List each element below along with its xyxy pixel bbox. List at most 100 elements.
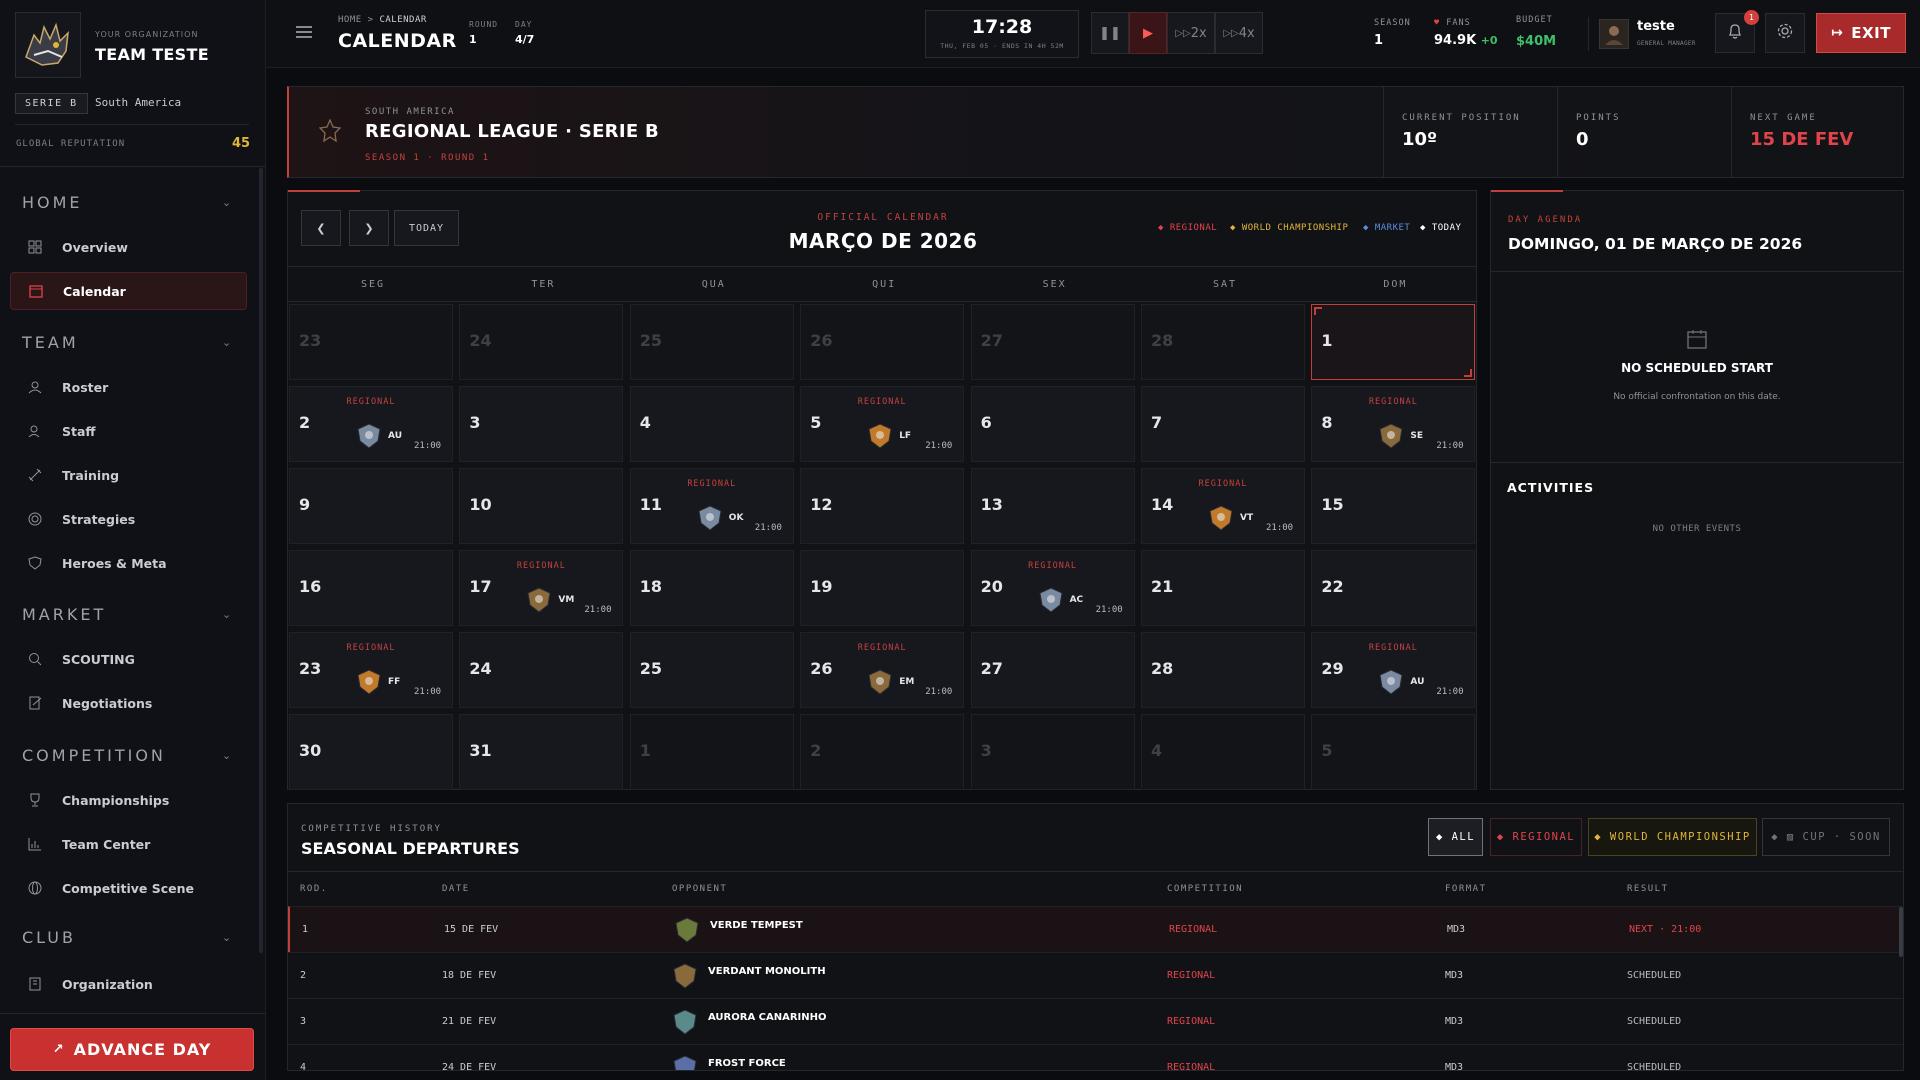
section-competition[interactable]: COMPETITION: [22, 746, 166, 765]
row-competition: REGIONAL: [1167, 1016, 1216, 1027]
user-profile[interactable]: teste GENERAL MANAGER: [1589, 10, 1696, 58]
page-title: CALENDAR: [338, 30, 457, 52]
calendar-day[interactable]: 27: [970, 304, 1135, 380]
calendar-day[interactable]: 15: [1311, 468, 1476, 544]
calendar-day-match[interactable]: 14 REGIONAL VT 21:00: [1141, 468, 1305, 544]
filter-all-button[interactable]: ◆ ALL: [1428, 818, 1483, 856]
calendar-day-match[interactable]: 2 REGIONAL AU 21:00: [289, 386, 453, 462]
table-row[interactable]: 2 18 DE FEV VERDANT MONOLITH REGIONAL MD3 SCH…: [288, 952, 1903, 998]
divider: [0, 166, 266, 167]
calendar-day[interactable]: 19: [800, 550, 965, 626]
calendar-day-match[interactable]: 8 REGIONAL SE 21:00: [1311, 386, 1476, 462]
calendar-day[interactable]: 13: [970, 468, 1135, 544]
calendar-day[interactable]: 27: [970, 632, 1135, 708]
sidebar-item-training[interactable]: Training: [10, 456, 247, 494]
calendar-day-match[interactable]: 5 REGIONAL LF 21:00: [800, 386, 965, 462]
calendar-day-match[interactable]: 11 REGIONAL OK 21:00: [629, 468, 794, 544]
sidebar-item-negotiations[interactable]: Negotiations: [10, 684, 247, 722]
calendar-day[interactable]: 26: [800, 304, 965, 380]
legend-label: MARKET: [1374, 223, 1411, 233]
calendar-day[interactable]: 3: [459, 386, 624, 462]
calendar-day[interactable]: 28: [1141, 304, 1305, 380]
section-market[interactable]: MARKET: [22, 605, 106, 624]
chevron-down-icon[interactable]: ⌄: [222, 336, 231, 349]
sidebar-item-scouting[interactable]: SCOUTING: [10, 640, 247, 678]
play-button[interactable]: ▶: [1129, 12, 1167, 54]
sidebar-item-organization[interactable]: Organization: [10, 965, 247, 1003]
sidebar-item-strategies[interactable]: Strategies: [10, 500, 247, 538]
calendar-day[interactable]: 10: [459, 468, 624, 544]
filter-world-championship-button[interactable]: ◆ WORLD CHAMPIONSHIP: [1588, 818, 1757, 856]
calendar-day-match[interactable]: 29 REGIONAL AU 21:00: [1311, 632, 1476, 708]
calendar-day-match[interactable]: 20 REGIONAL AC 21:00: [970, 550, 1135, 626]
table-row[interactable]: 4 24 DE FEV FROST FORCE REGIONAL MD3 SCHEDULE…: [288, 1044, 1903, 1070]
calendar-day[interactable]: 24: [459, 632, 624, 708]
calendar-day[interactable]: 4: [1141, 714, 1305, 790]
calendar-day-match[interactable]: 17 REGIONAL VM 21:00: [459, 550, 624, 626]
calendar-day[interactable]: 25: [629, 632, 794, 708]
calendar-day[interactable]: 6: [970, 386, 1135, 462]
calendar-day[interactable]: 30: [289, 714, 453, 790]
table-row[interactable]: 1 15 DE FEV VERDE TEMPEST REGIONAL MD3 NEXT ·…: [288, 906, 1903, 952]
calendar-day[interactable]: 5: [1311, 714, 1476, 790]
sidebar-item-roster[interactable]: Roster: [10, 368, 247, 406]
calendar-day[interactable]: 4: [629, 386, 794, 462]
calendar-day[interactable]: 28: [1141, 632, 1305, 708]
calendar-day[interactable]: 1: [1311, 304, 1476, 380]
speed-4x-button[interactable]: ▷▷ 4x: [1215, 12, 1263, 54]
calendar-day-match[interactable]: 26 REGIONAL EM 21:00: [800, 632, 965, 708]
calendar-day[interactable]: 9: [289, 468, 453, 544]
sidebar-item-championships[interactable]: Championships: [10, 781, 247, 819]
section-club[interactable]: CLUB: [22, 928, 76, 947]
chevron-down-icon[interactable]: ⌄: [222, 608, 231, 621]
sidebar-scrollbar[interactable]: [259, 168, 263, 953]
settings-button[interactable]: [1765, 13, 1805, 53]
filter-regional-button[interactable]: ◆ REGIONAL: [1490, 818, 1582, 856]
calendar-day-match[interactable]: 23 REGIONAL FF 21:00: [289, 632, 453, 708]
opponent-crest-icon: [1038, 587, 1064, 613]
pause-button[interactable]: ❚❚: [1091, 12, 1129, 54]
advance-day-button[interactable]: ↗ ADVANCE DAY: [10, 1028, 254, 1071]
calendar-day[interactable]: 22: [1311, 550, 1476, 626]
opponent-crest-icon: [672, 1055, 698, 1070]
org-name: TEAM TESTE: [95, 45, 209, 64]
sidebar-item-calendar[interactable]: Calendar: [10, 272, 247, 310]
sidebar-item-heroes[interactable]: Heroes & Meta: [10, 544, 247, 582]
target-icon: [24, 512, 46, 526]
chevron-down-icon[interactable]: ⌄: [222, 749, 231, 762]
sidebar-item-competitive-scene[interactable]: Competitive Scene: [10, 869, 247, 907]
calendar-day[interactable]: 16: [289, 550, 453, 626]
calendar-day[interactable]: 24: [459, 304, 624, 380]
sidebar-item-team-center[interactable]: Team Center: [10, 825, 247, 863]
notifications-button[interactable]: 1: [1715, 10, 1759, 53]
gear-icon: [1777, 23, 1793, 43]
league-region: SOUTH AMERICA: [365, 107, 455, 117]
calendar-day[interactable]: 23: [289, 304, 453, 380]
match-time: 21:00: [1266, 523, 1294, 533]
calendar-day[interactable]: 31: [459, 714, 624, 790]
opponent-crest-icon: [697, 505, 723, 531]
sidebar-item-overview[interactable]: Overview: [10, 228, 247, 266]
calendar-day[interactable]: 2: [800, 714, 965, 790]
calendar-day[interactable]: 3: [970, 714, 1135, 790]
chevron-down-icon[interactable]: ⌄: [222, 931, 231, 944]
section-team[interactable]: TEAM: [22, 333, 79, 352]
table-scrollbar[interactable]: [1899, 907, 1903, 957]
calendar-day[interactable]: 25: [629, 304, 794, 380]
chevron-down-icon[interactable]: ⌄: [222, 196, 231, 209]
calendar-day[interactable]: 7: [1141, 386, 1305, 462]
filter-cup-button[interactable]: ◆ ▨ CUP · SOON: [1762, 818, 1890, 856]
day-number: 22: [1321, 577, 1344, 596]
breadcrumb-home[interactable]: HOME: [338, 15, 362, 25]
sidebar-item-staff[interactable]: Staff: [10, 412, 247, 450]
weekday-header: QUA: [701, 279, 726, 290]
calendar-day[interactable]: 18: [629, 550, 794, 626]
menu-icon[interactable]: [296, 24, 312, 43]
calendar-day[interactable]: 1: [629, 714, 794, 790]
calendar-day[interactable]: 12: [800, 468, 965, 544]
table-row[interactable]: 3 21 DE FEV AURORA CANARINHO REGIONAL MD3 SCH…: [288, 998, 1903, 1044]
speed-2x-button[interactable]: ▷▷ 2x: [1167, 12, 1215, 54]
section-home[interactable]: HOME: [22, 193, 83, 212]
exit-button[interactable]: ↦ EXIT: [1816, 13, 1906, 53]
calendar-day[interactable]: 21: [1141, 550, 1305, 626]
